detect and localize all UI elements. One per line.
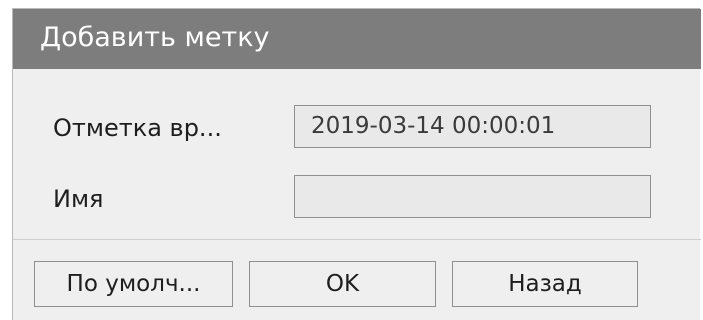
ok-button[interactable]: OK [249,261,436,307]
back-button[interactable]: Назад [452,261,638,307]
dialog-titlebar: Добавить метку [13,9,701,69]
timestamp-label: Отметка вр... [53,114,222,142]
button-separator [13,239,701,240]
timestamp-field[interactable]: 2019-03-14 00:00:01 [294,105,651,148]
name-field[interactable] [294,175,651,218]
default-button[interactable]: По умолч... [34,261,233,307]
dialog-title: Добавить метку [40,22,270,53]
add-tag-dialog: Добавить метку Отметка вр... 2019-03-14 … [12,8,701,320]
name-label: Имя [53,185,104,213]
